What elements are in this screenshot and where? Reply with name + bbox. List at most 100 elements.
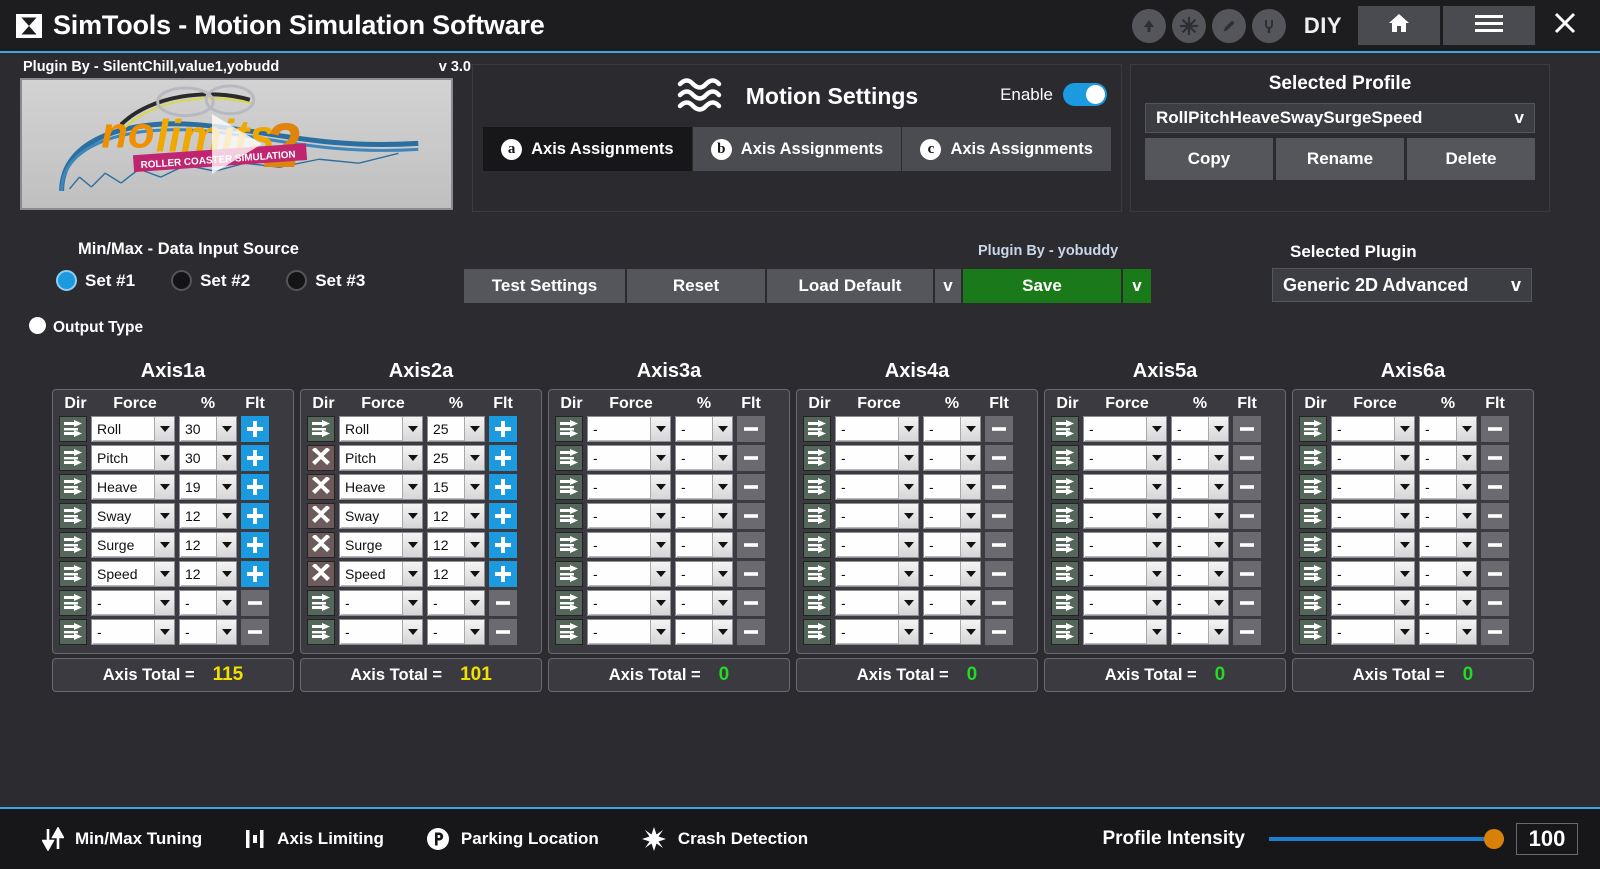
force-select[interactable]: - bbox=[1083, 561, 1167, 587]
percent-select[interactable]: 12 bbox=[179, 503, 237, 529]
direction-normal-icon[interactable] bbox=[555, 445, 583, 471]
force-select[interactable]: Heave bbox=[339, 474, 423, 500]
percent-chevron-down-icon[interactable] bbox=[1456, 417, 1476, 441]
filter-minus-icon[interactable] bbox=[1481, 619, 1509, 645]
filter-minus-icon[interactable] bbox=[1233, 619, 1261, 645]
force-chevron-down-icon[interactable] bbox=[402, 446, 422, 470]
percent-chevron-down-icon[interactable] bbox=[1208, 620, 1228, 644]
percent-select[interactable]: - bbox=[1419, 532, 1477, 558]
percent-select[interactable]: - bbox=[1419, 619, 1477, 645]
filter-plus-icon[interactable] bbox=[489, 532, 517, 558]
load-default-chevron-down-icon[interactable]: v bbox=[935, 269, 963, 303]
force-select[interactable]: Pitch bbox=[339, 445, 423, 471]
percent-select[interactable]: 12 bbox=[427, 532, 485, 558]
percent-select[interactable]: - bbox=[427, 619, 485, 645]
filter-minus-icon[interactable] bbox=[985, 503, 1013, 529]
percent-chevron-down-icon[interactable] bbox=[216, 591, 236, 615]
force-chevron-down-icon[interactable] bbox=[898, 533, 918, 557]
percent-chevron-down-icon[interactable] bbox=[712, 446, 732, 470]
percent-chevron-down-icon[interactable] bbox=[464, 620, 484, 644]
force-select[interactable]: - bbox=[835, 561, 919, 587]
filter-minus-icon[interactable] bbox=[1233, 474, 1261, 500]
filter-minus-icon[interactable] bbox=[737, 532, 765, 558]
percent-select[interactable]: - bbox=[675, 416, 733, 442]
percent-select[interactable]: - bbox=[1171, 561, 1229, 587]
filter-minus-icon[interactable] bbox=[1481, 503, 1509, 529]
percent-chevron-down-icon[interactable] bbox=[712, 417, 732, 441]
percent-select[interactable]: - bbox=[427, 590, 485, 616]
filter-plus-icon[interactable] bbox=[241, 561, 269, 587]
direction-inverted-icon[interactable] bbox=[307, 474, 335, 500]
percent-select[interactable]: - bbox=[1419, 416, 1477, 442]
percent-select[interactable]: - bbox=[1419, 445, 1477, 471]
percent-chevron-down-icon[interactable] bbox=[216, 475, 236, 499]
percent-chevron-down-icon[interactable] bbox=[1456, 475, 1476, 499]
direction-inverted-icon[interactable] bbox=[307, 561, 335, 587]
filter-plus-icon[interactable] bbox=[241, 416, 269, 442]
percent-chevron-down-icon[interactable] bbox=[464, 446, 484, 470]
direction-normal-icon[interactable] bbox=[555, 619, 583, 645]
force-chevron-down-icon[interactable] bbox=[1146, 446, 1166, 470]
force-select[interactable]: Pitch bbox=[91, 445, 175, 471]
plug-circle-icon[interactable] bbox=[1252, 9, 1286, 43]
percent-chevron-down-icon[interactable] bbox=[712, 591, 732, 615]
direction-normal-icon[interactable] bbox=[1051, 532, 1079, 558]
filter-minus-icon[interactable] bbox=[737, 590, 765, 616]
force-select[interactable]: - bbox=[1083, 619, 1167, 645]
direction-normal-icon[interactable] bbox=[59, 445, 87, 471]
percent-select[interactable]: - bbox=[179, 619, 237, 645]
save-button[interactable]: Save bbox=[963, 269, 1123, 303]
percent-chevron-down-icon[interactable] bbox=[712, 533, 732, 557]
force-select[interactable]: Surge bbox=[91, 532, 175, 558]
selected-plugin-dropdown[interactable]: Generic 2D Advanced v bbox=[1272, 268, 1532, 302]
filter-minus-icon[interactable] bbox=[985, 561, 1013, 587]
percent-chevron-down-icon[interactable] bbox=[960, 562, 980, 586]
percent-select[interactable]: 12 bbox=[179, 561, 237, 587]
percent-chevron-down-icon[interactable] bbox=[464, 591, 484, 615]
direction-normal-icon[interactable] bbox=[59, 532, 87, 558]
force-chevron-down-icon[interactable] bbox=[898, 446, 918, 470]
filter-minus-icon[interactable] bbox=[241, 590, 269, 616]
force-chevron-down-icon[interactable] bbox=[402, 504, 422, 528]
force-chevron-down-icon[interactable] bbox=[898, 591, 918, 615]
force-select[interactable]: Heave bbox=[91, 474, 175, 500]
force-select[interactable]: - bbox=[587, 532, 671, 558]
percent-chevron-down-icon[interactable] bbox=[1456, 533, 1476, 557]
filter-minus-icon[interactable] bbox=[489, 590, 517, 616]
direction-normal-icon[interactable] bbox=[555, 416, 583, 442]
percent-chevron-down-icon[interactable] bbox=[216, 446, 236, 470]
force-chevron-down-icon[interactable] bbox=[650, 446, 670, 470]
force-chevron-down-icon[interactable] bbox=[1146, 591, 1166, 615]
force-chevron-down-icon[interactable] bbox=[650, 620, 670, 644]
percent-select[interactable]: - bbox=[675, 474, 733, 500]
percent-select[interactable]: - bbox=[1419, 474, 1477, 500]
percent-select[interactable]: - bbox=[675, 590, 733, 616]
filter-minus-icon[interactable] bbox=[1481, 474, 1509, 500]
filter-minus-icon[interactable] bbox=[1233, 503, 1261, 529]
upload-circle-icon[interactable] bbox=[1132, 9, 1166, 43]
force-select[interactable]: - bbox=[835, 445, 919, 471]
percent-select[interactable]: - bbox=[1419, 503, 1477, 529]
menu-button[interactable] bbox=[1443, 6, 1535, 45]
percent-chevron-down-icon[interactable] bbox=[216, 533, 236, 557]
play-icon[interactable] bbox=[212, 114, 262, 174]
force-chevron-down-icon[interactable] bbox=[1146, 417, 1166, 441]
force-select[interactable]: Roll bbox=[339, 416, 423, 442]
filter-minus-icon[interactable] bbox=[737, 619, 765, 645]
force-chevron-down-icon[interactable] bbox=[1394, 533, 1414, 557]
percent-chevron-down-icon[interactable] bbox=[464, 504, 484, 528]
force-chevron-down-icon[interactable] bbox=[1146, 504, 1166, 528]
direction-normal-icon[interactable] bbox=[1051, 416, 1079, 442]
percent-chevron-down-icon[interactable] bbox=[1208, 504, 1228, 528]
force-chevron-down-icon[interactable] bbox=[1146, 533, 1166, 557]
percent-select[interactable]: - bbox=[1171, 445, 1229, 471]
percent-select[interactable]: - bbox=[675, 503, 733, 529]
save-chevron-down-icon[interactable]: v bbox=[1123, 269, 1151, 303]
percent-chevron-down-icon[interactable] bbox=[216, 504, 236, 528]
direction-normal-icon[interactable] bbox=[1299, 474, 1327, 500]
percent-chevron-down-icon[interactable] bbox=[712, 562, 732, 586]
force-chevron-down-icon[interactable] bbox=[402, 620, 422, 644]
filter-minus-icon[interactable] bbox=[985, 532, 1013, 558]
reset-button[interactable]: Reset bbox=[627, 269, 767, 303]
filter-minus-icon[interactable] bbox=[737, 474, 765, 500]
